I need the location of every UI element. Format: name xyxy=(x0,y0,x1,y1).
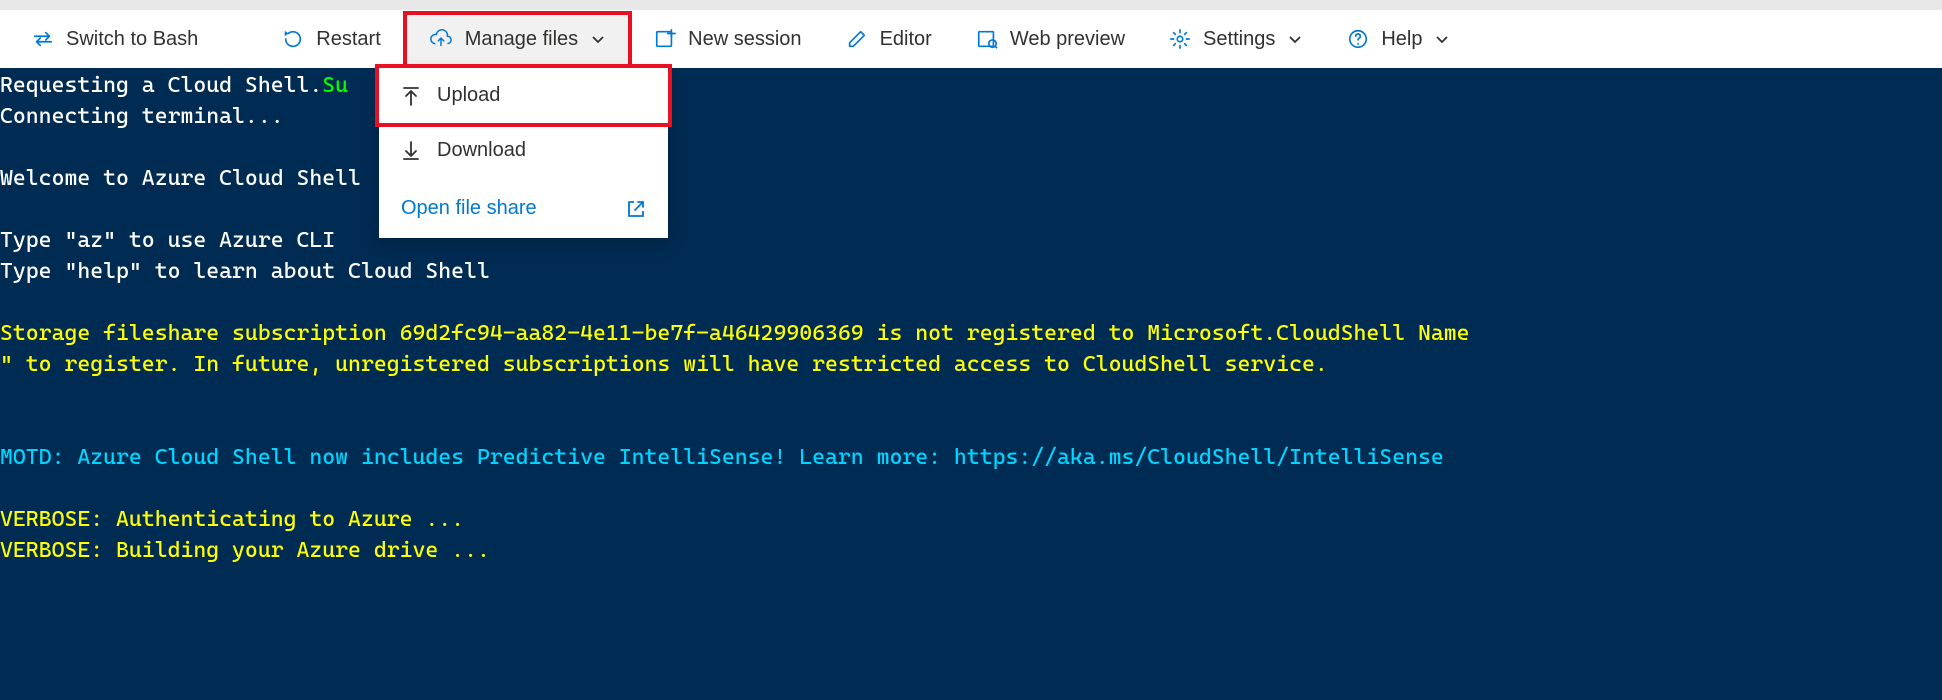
download-menu-item[interactable]: Download xyxy=(379,123,668,178)
manage-files-dropdown: Upload Download Open file share xyxy=(379,68,668,238)
terminal-line: Requesting a Cloud Shell. xyxy=(0,73,322,98)
terminal-line: VERBOSE: Building your Azure drive ... xyxy=(0,538,490,563)
gear-icon xyxy=(1169,28,1191,50)
terminal-line: Type "az" to use Azure CLI xyxy=(0,228,335,253)
switch-label: Switch to Bash xyxy=(66,28,198,51)
swap-icon xyxy=(32,28,54,50)
terminal-line: VERBOSE: Authenticating to Azure ... xyxy=(0,507,464,532)
chevron-down-icon xyxy=(1287,31,1303,47)
new-session-label: New session xyxy=(688,28,801,51)
pencil-icon xyxy=(846,28,868,50)
upload-menu-item[interactable]: Upload xyxy=(375,64,672,127)
terminal-line: Storage fileshare subscription 69d2fc94-… xyxy=(0,321,1470,346)
help-button[interactable]: Help xyxy=(1325,10,1472,68)
terminal-line: Type "help" to learn about Cloud Shell xyxy=(0,259,490,284)
help-icon xyxy=(1347,28,1369,50)
web-preview-button[interactable]: Web preview xyxy=(954,10,1147,68)
cloud-shell-toolbar: Switch to Bash Restart Manage files New … xyxy=(0,10,1942,68)
open-file-share-label: Open file share xyxy=(401,197,537,220)
restart-icon xyxy=(282,28,304,50)
terminal-line: Connecting terminal... xyxy=(0,104,284,129)
chevron-down-icon xyxy=(590,31,606,47)
cloud-shell-terminal[interactable]: Requesting a Cloud Shell.Su Connecting t… xyxy=(0,68,1942,700)
chevron-down-icon xyxy=(1434,31,1450,47)
download-label: Download xyxy=(437,139,526,162)
web-preview-label: Web preview xyxy=(1010,28,1125,51)
switch-to-bash-button[interactable]: Switch to Bash xyxy=(10,10,220,68)
new-session-button[interactable]: New session xyxy=(632,10,823,68)
window-chrome-gap xyxy=(0,0,1942,10)
external-link-icon xyxy=(626,199,646,219)
help-label: Help xyxy=(1381,28,1422,51)
restart-label: Restart xyxy=(316,28,380,51)
terminal-line: " to register. In future, unregistered s… xyxy=(0,352,1328,377)
new-session-icon xyxy=(654,28,676,50)
cloud-upload-icon xyxy=(429,28,453,50)
upload-icon xyxy=(401,85,421,107)
restart-button[interactable]: Restart xyxy=(260,10,402,68)
terminal-line: MOTD: Azure Cloud Shell now includes Pre… xyxy=(0,445,1444,470)
editor-button[interactable]: Editor xyxy=(824,10,954,68)
upload-label: Upload xyxy=(437,84,500,107)
editor-label: Editor xyxy=(880,28,932,51)
settings-button[interactable]: Settings xyxy=(1147,10,1325,68)
terminal-line: Welcome to Azure Cloud Shell xyxy=(0,166,361,191)
open-file-share-link[interactable]: Open file share xyxy=(379,178,668,238)
download-icon xyxy=(401,140,421,162)
web-preview-icon xyxy=(976,28,998,50)
settings-label: Settings xyxy=(1203,28,1275,51)
manage-files-button[interactable]: Manage files xyxy=(403,11,632,68)
manage-files-label: Manage files xyxy=(465,28,578,51)
terminal-line: Su xyxy=(322,73,348,98)
